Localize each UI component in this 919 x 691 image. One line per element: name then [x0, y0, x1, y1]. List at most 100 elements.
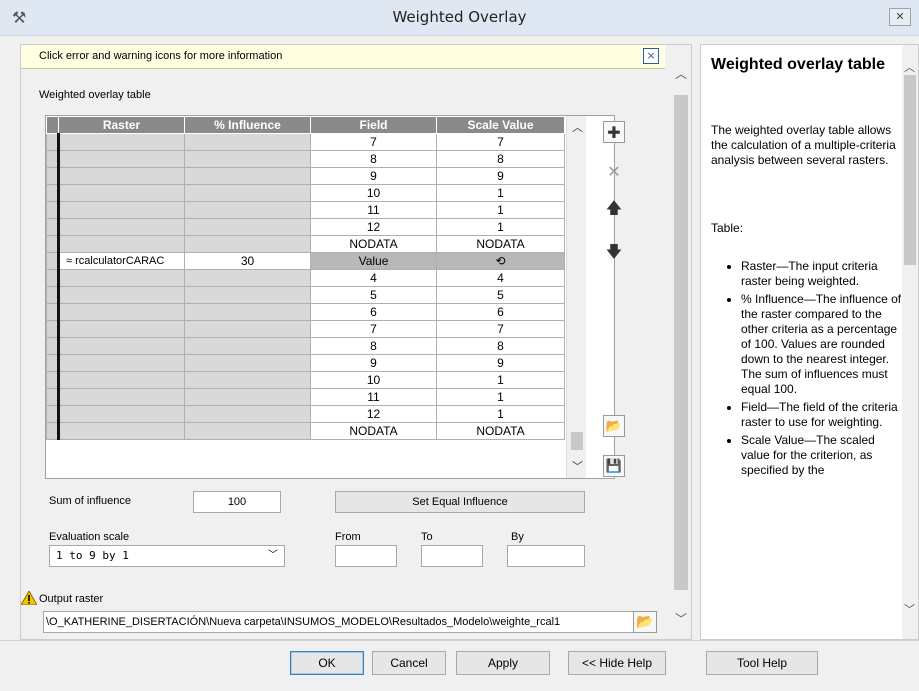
influence-cell[interactable]	[184, 337, 311, 355]
row-selector[interactable]	[46, 184, 60, 202]
influence-cell[interactable]	[184, 354, 311, 372]
scroll-thumb[interactable]	[674, 95, 688, 590]
output-raster-input[interactable]: \O_KATHERINE_DISERTACIÓN\Nueva carpeta\I…	[43, 611, 635, 633]
folder-open-icon[interactable]: 📂	[633, 611, 657, 633]
row-selector[interactable]	[46, 269, 60, 287]
from-input[interactable]	[335, 545, 397, 567]
scale-value-cell[interactable]: 1	[436, 388, 565, 406]
row-selector[interactable]	[46, 252, 60, 270]
chevron-down-icon[interactable]: ﹀	[904, 601, 915, 617]
influence-cell[interactable]	[184, 269, 311, 287]
evaluation-scale-select[interactable]: 1 to 9 by 1 ﹀	[49, 545, 285, 567]
influence-cell[interactable]	[184, 371, 311, 389]
cancel-button[interactable]: Cancel	[372, 651, 446, 675]
header-scale-value[interactable]: Scale Value	[436, 116, 565, 134]
scale-value-cell[interactable]: 9	[436, 167, 565, 185]
row-selector[interactable]	[46, 133, 60, 151]
influence-cell[interactable]	[184, 320, 311, 338]
help-scroll-thumb[interactable]	[904, 75, 916, 265]
influence-cell[interactable]	[184, 184, 311, 202]
row-selector[interactable]	[46, 201, 60, 219]
scale-value-cell[interactable]: NODATA	[436, 422, 565, 440]
influence-cell[interactable]	[184, 303, 311, 321]
influence-cell[interactable]	[184, 422, 311, 440]
scale-value-cell[interactable]: 8	[436, 150, 565, 168]
scale-value-cell[interactable]: 1	[436, 184, 565, 202]
table-row[interactable]: NODATA NODATA	[46, 422, 565, 440]
row-selector[interactable]	[46, 320, 60, 338]
chevron-down-icon[interactable]: ﹀	[675, 610, 687, 627]
scale-value-cell[interactable]: 1	[436, 201, 565, 219]
influence-cell[interactable]	[184, 218, 311, 236]
chevron-down-icon[interactable]: ﹀	[572, 458, 583, 474]
row-selector[interactable]	[46, 218, 60, 236]
chevron-up-icon[interactable]: ︿	[904, 59, 915, 75]
row-selector[interactable]	[46, 150, 60, 168]
row-selector[interactable]	[46, 303, 60, 321]
table-row[interactable]: 11 1	[46, 201, 565, 219]
influence-cell[interactable]	[184, 201, 311, 219]
table-row[interactable]: 12 1	[46, 218, 565, 236]
table-row[interactable]: 99	[46, 167, 565, 185]
influence-cell[interactable]	[184, 235, 311, 253]
move-down-button[interactable]: 🡇	[603, 241, 625, 263]
table-row[interactable]: 44	[46, 269, 565, 287]
scale-value-cell[interactable]: 7	[436, 320, 565, 338]
table-scroll-thumb[interactable]	[571, 432, 583, 450]
table-row[interactable]: 77	[46, 133, 565, 151]
chevron-up-icon[interactable]: ︿	[572, 119, 583, 135]
row-selector[interactable]	[46, 286, 60, 304]
influence-cell[interactable]	[184, 405, 311, 423]
raster-row[interactable]: ≈ rcalculatorCARAC 30 Value ⟲	[46, 252, 565, 270]
row-selector[interactable]	[46, 235, 60, 253]
influence-cell[interactable]	[184, 286, 311, 304]
pane-scrollbar[interactable]: ︿ ﹀	[671, 55, 691, 635]
row-selector[interactable]	[46, 167, 60, 185]
table-row[interactable]: 11 1	[46, 388, 565, 406]
header-raster[interactable]: Raster	[58, 116, 185, 134]
header-field[interactable]: Field	[310, 116, 437, 134]
scale-value-cell[interactable]: 9	[436, 354, 565, 372]
remove-raster-button[interactable]: ✕	[603, 161, 625, 183]
ok-button[interactable]: OK	[290, 651, 364, 675]
row-selector[interactable]	[46, 354, 60, 372]
row-selector[interactable]	[46, 371, 60, 389]
scale-value-cell[interactable]: 7	[436, 133, 565, 151]
row-selector[interactable]	[46, 337, 60, 355]
scale-value-cell[interactable]: 8	[436, 337, 565, 355]
scale-value-cell[interactable]: ⟲	[436, 252, 565, 270]
scale-value-cell[interactable]: NODATA	[436, 235, 565, 253]
table-scrollbar[interactable]: ︿ ﹀	[566, 116, 586, 478]
row-selector[interactable]	[46, 405, 60, 423]
scale-value-cell[interactable]: 6	[436, 303, 565, 321]
open-table-button[interactable]: 📂	[603, 415, 625, 437]
scale-value-cell[interactable]: 1	[436, 218, 565, 236]
help-scrollbar[interactable]: ︿ ﹀	[902, 45, 918, 639]
table-row[interactable]: 12 1	[46, 405, 565, 423]
hide-help-button[interactable]: << Hide Help	[568, 651, 666, 675]
influence-cell[interactable]: 30	[184, 252, 311, 270]
header-influence[interactable]: % Influence	[184, 116, 311, 134]
scale-value-cell[interactable]: 5	[436, 286, 565, 304]
table-row[interactable]: 55	[46, 286, 565, 304]
by-input[interactable]	[507, 545, 585, 567]
set-equal-influence-button[interactable]: Set Equal Influence	[335, 491, 585, 513]
save-table-button[interactable]: 💾	[603, 455, 625, 477]
tool-help-button[interactable]: Tool Help	[706, 651, 818, 675]
table-row[interactable]: 10 1	[46, 371, 565, 389]
influence-cell[interactable]	[184, 133, 311, 151]
move-up-button[interactable]: 🡅	[603, 197, 625, 219]
influence-cell[interactable]	[184, 150, 311, 168]
table-row[interactable]: 66	[46, 303, 565, 321]
close-window-button[interactable]: ✕	[889, 8, 911, 26]
influence-cell[interactable]	[184, 388, 311, 406]
table-row[interactable]: 88	[46, 150, 565, 168]
scale-value-cell[interactable]: 4	[436, 269, 565, 287]
table-row[interactable]: 10 1	[46, 184, 565, 202]
scale-value-cell[interactable]: 1	[436, 405, 565, 423]
row-selector[interactable]	[46, 388, 60, 406]
table-row[interactable]: 88	[46, 337, 565, 355]
to-input[interactable]	[421, 545, 483, 567]
row-selector[interactable]	[46, 422, 60, 440]
table-row[interactable]: 77	[46, 320, 565, 338]
